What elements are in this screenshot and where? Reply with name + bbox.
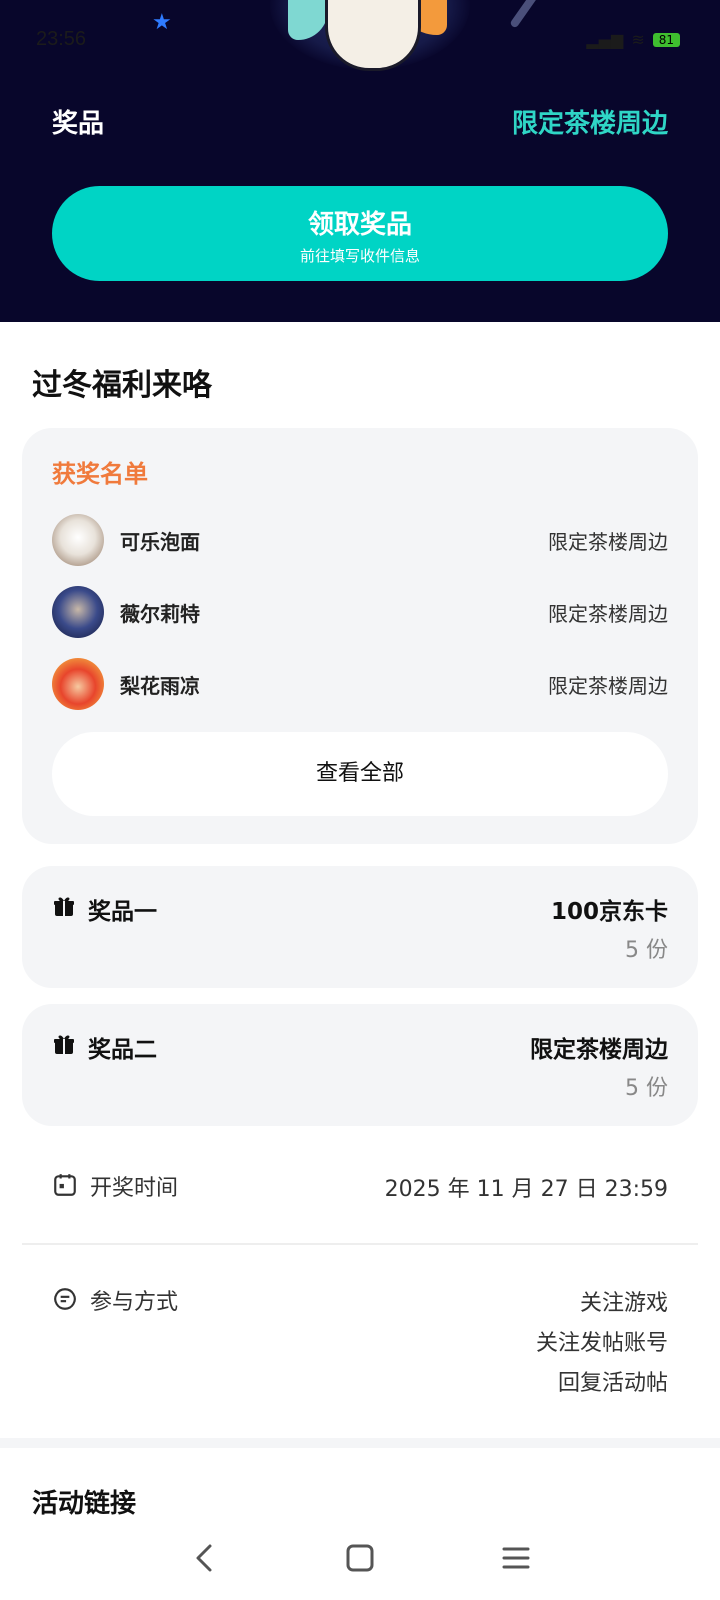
participation-method: 关注游戏 — [579, 1291, 668, 1316]
hero-banner: ★ 23:56 ▂▄▆ ≋ 81 奖品 限定茶楼周边 领取奖品 前往填写收件信息 — [0, 0, 720, 322]
winner-prize: 限定茶楼周边 — [548, 530, 668, 554]
draw-time-row: 开奖时间 2025 年 11 月 27 日 23:59 — [52, 1168, 668, 1208]
battery-icon: 81 — [652, 32, 680, 47]
section-gap — [0, 1438, 720, 1448]
nav-home-button[interactable] — [336, 1534, 384, 1582]
prize-name: 100京东卡 — [550, 899, 668, 925]
participation-row: 参与方式 关注游戏 关注发帖账号 回复活动帖 — [52, 1282, 668, 1412]
nav-back-button[interactable] — [180, 1534, 228, 1582]
status-bar: 23:56 ▂▄▆ ≋ 81 — [36, 28, 680, 58]
claim-prize-title: 领取奖品 — [307, 210, 412, 240]
signal-icon: ▂▄▆ — [586, 30, 624, 49]
winner-name: 梨花雨凉 — [120, 674, 200, 698]
draw-time-label: 开奖时间 — [90, 1176, 179, 1201]
prize-count: 5 份 — [625, 1076, 668, 1101]
view-all-button[interactable]: 查看全部 — [52, 732, 668, 816]
wifi-icon: ≋ — [631, 30, 645, 49]
avatar — [52, 586, 104, 638]
menu-icon — [502, 1547, 530, 1569]
winner-row[interactable]: 可乐泡面 限定茶楼周边 — [52, 514, 668, 566]
nav-menu-button[interactable] — [492, 1534, 540, 1582]
hero-prize-row: 奖品 限定茶楼周边 — [52, 103, 668, 143]
participation-methods: 关注游戏 关注发帖账号 回复活动帖 — [536, 1284, 668, 1404]
hero-decor-streak — [509, 0, 539, 29]
claim-prize-button[interactable]: 领取奖品 前往填写收件信息 — [52, 186, 668, 281]
prize-count: 5 份 — [625, 938, 668, 963]
participation-method: 关注发帖账号 — [535, 1331, 668, 1356]
avatar — [52, 658, 104, 710]
prize-card: 奖品一 100京东卡 5 份 — [22, 866, 698, 988]
winners-card: 获奖名单 可乐泡面 限定茶楼周边 薇尔莉特 限定茶楼周边 梨花雨凉 限定茶楼周边… — [22, 428, 698, 844]
winner-row[interactable]: 薇尔莉特 限定茶楼周边 — [52, 586, 668, 638]
hero-prize-label: 奖品 — [52, 109, 105, 139]
section-title: 过冬福利来咯 — [32, 368, 212, 403]
draw-time-value: 2025 年 11 月 27 日 23:59 — [384, 1177, 668, 1202]
prize-label: 奖品二 — [88, 1037, 157, 1063]
prize-card: 奖品二 限定茶楼周边 5 份 — [22, 1004, 698, 1126]
winner-name: 薇尔莉特 — [120, 602, 200, 626]
winner-row[interactable]: 梨花雨凉 限定茶楼周边 — [52, 658, 668, 710]
winner-name: 可乐泡面 — [120, 530, 200, 554]
status-right: ▂▄▆ ≋ 81 — [586, 30, 680, 49]
hero-prize-value: 限定茶楼周边 — [511, 109, 668, 139]
winner-prize: 限定茶楼周边 — [548, 674, 668, 698]
chat-icon — [54, 1288, 76, 1310]
status-time: 23:56 — [36, 28, 87, 50]
avatar — [52, 514, 104, 566]
back-icon — [196, 1544, 212, 1572]
prize-label: 奖品一 — [88, 899, 157, 925]
links-title: 活动链接 — [32, 1489, 137, 1519]
winner-prize: 限定茶楼周边 — [548, 602, 668, 626]
gift-icon — [54, 897, 74, 916]
system-nav-bar — [0, 1520, 720, 1600]
claim-prize-subtitle: 前往填写收件信息 — [299, 247, 420, 265]
gift-icon — [54, 1035, 74, 1054]
home-icon — [346, 1544, 374, 1572]
participation-method: 回复活动帖 — [557, 1371, 668, 1396]
winners-title: 获奖名单 — [52, 460, 148, 488]
divider — [22, 1243, 698, 1245]
participation-label: 参与方式 — [90, 1290, 179, 1315]
prize-name: 限定茶楼周边 — [530, 1037, 668, 1063]
calendar-icon — [54, 1174, 76, 1196]
